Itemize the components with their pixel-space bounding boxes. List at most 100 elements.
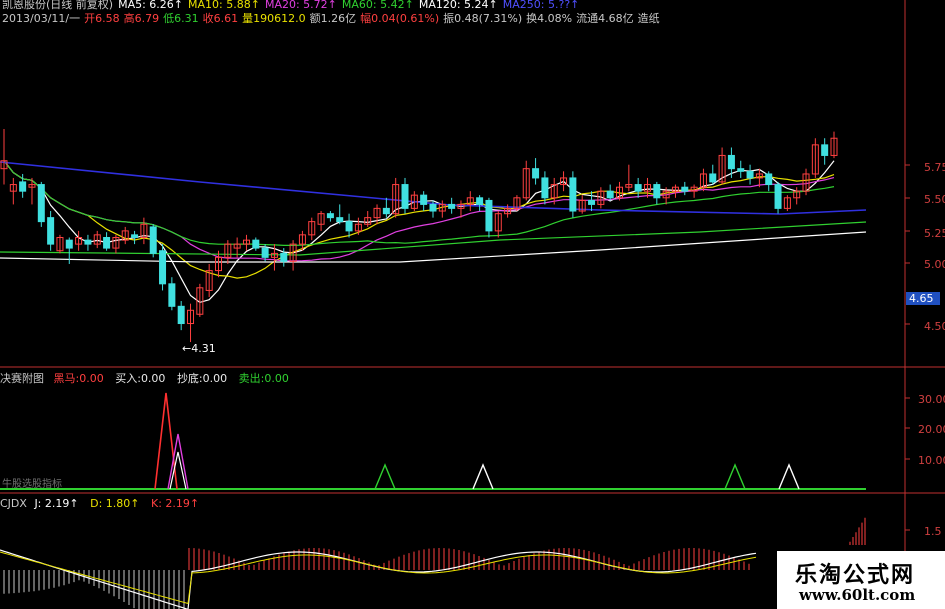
candle-body <box>681 186 689 192</box>
quote-field: 换4.08% <box>526 12 573 25</box>
indicator1-tick: 20.00 <box>918 423 945 436</box>
candle-body <box>84 239 92 245</box>
indicator1-tick: 10.00 <box>918 454 945 467</box>
quote-field: 造纸 <box>637 12 660 25</box>
candle-body <box>336 217 344 223</box>
ma60-label: MA60: 5.42↑ <box>341 0 414 11</box>
ma250-label: MA250: 5.??↑ <box>502 0 580 11</box>
candle-body <box>326 213 334 219</box>
chart-canvas[interactable] <box>0 0 945 609</box>
candle-body <box>765 173 773 186</box>
indicator1-header: 决赛附图 黑马:0.00 买入:0.00 抄底:0.00 卖出:0.00 <box>0 372 289 385</box>
price-tick: 5.25 <box>924 227 945 240</box>
candle-body <box>429 203 437 212</box>
watermark-logo: 乐淘公式网 www.60lt.com <box>777 551 945 609</box>
price-tick: 5.50 <box>924 193 945 206</box>
indicator1-tick: 30.00 <box>918 393 945 406</box>
kdj-k: K: 2.19↑ <box>150 497 200 510</box>
chart-frame <box>0 0 945 609</box>
price-tick: 5.75 <box>924 161 945 174</box>
watermark-title: 乐淘公式网 <box>795 562 916 588</box>
price-tick: 5.00 <box>924 258 945 271</box>
kdj-d-line <box>0 551 757 605</box>
ma120-label: MA120: 5.24↑ <box>418 0 498 11</box>
ma20-label: MA20: 5.72↑ <box>264 0 337 11</box>
candle-body <box>103 237 111 249</box>
quote-field: 幅0.04(0.61%) <box>360 12 440 25</box>
candle-body <box>261 247 269 258</box>
candle-body <box>541 177 549 199</box>
min-price-marker: ←4.31 <box>182 342 216 355</box>
indicator1-panel <box>0 392 866 490</box>
heima-value: 0.00 <box>79 372 104 385</box>
candle-body <box>401 184 409 209</box>
chart-header-line1: 凯恩股份(日线 前复权) MA5: 6.26↑ MA10: 5.88↑ MA20: 5… <box>2 0 584 11</box>
candle-body <box>653 184 661 199</box>
candle-body <box>19 181 27 192</box>
stock-chart-window: 凯恩股份(日线 前复权) MA5: 6.26↑ MA10: 5.88↑ MA20: 5… <box>0 0 945 609</box>
signal-triangle <box>724 463 746 490</box>
quote-field: 流通4.68亿 <box>576 12 634 25</box>
candle-body <box>746 170 754 179</box>
candle-body <box>131 234 139 238</box>
price-tick: 4.50 <box>924 320 945 333</box>
indicator1-footnote: 牛股选股指标 <box>2 479 62 490</box>
candle-body <box>448 203 456 209</box>
quote-field: 高6.79 <box>123 12 160 25</box>
ma10-label: MA10: 5.88↑ <box>188 0 260 11</box>
candle-body <box>606 190 614 199</box>
ma5-label: MA5: 6.26↑ <box>118 0 184 11</box>
candle-body <box>37 184 45 223</box>
candle-body <box>420 194 428 205</box>
candle-body <box>709 173 717 183</box>
chart-header-line2: 2013/03/11/一 开6.58 高6.79 低6.31 收6.61 量190612.… <box>2 12 664 25</box>
indicator2-panel <box>0 517 866 609</box>
candle-body <box>159 250 167 285</box>
quote-field: 振0.48(7.31%) <box>443 12 523 25</box>
candle-body <box>737 168 745 172</box>
candle-body <box>774 184 782 209</box>
candle-body <box>168 283 176 307</box>
indicator2-tick: 1.5 <box>924 525 942 538</box>
quote-field: 额1.26亿 <box>309 12 357 25</box>
kdj-j: J: 2.19↑ <box>34 497 79 510</box>
kdj-d: D: 1.80↑ <box>90 497 140 510</box>
indicator2-name: CJDX <box>0 497 27 510</box>
quote-field: 收6.61 <box>202 12 239 25</box>
buy-signal <box>169 451 187 490</box>
signal-triangle <box>778 463 800 490</box>
quote-field: 2013/03/11/一 <box>2 12 81 25</box>
candle-body <box>345 221 353 232</box>
candle-body <box>252 239 260 249</box>
candle-body <box>569 177 577 212</box>
candle-body <box>476 197 484 205</box>
moving-average-lines <box>0 160 867 304</box>
kdj-k-line <box>0 549 757 609</box>
candle-body <box>588 199 596 205</box>
sell-value: 0.00 <box>264 372 289 385</box>
stock-title: 凯恩股份(日线 前复权) <box>2 0 114 11</box>
candle-body <box>382 207 390 215</box>
candle-body <box>149 226 157 254</box>
candle-body <box>47 217 55 245</box>
buy-label: 买入: <box>115 372 141 385</box>
sell-label: 卖出: <box>238 372 265 385</box>
dip-label: 抄底: <box>176 372 203 385</box>
quote-field: 开6.58 <box>84 12 120 25</box>
candle-body <box>634 184 642 192</box>
current-price-tag: 4.65 <box>906 292 940 305</box>
candle-body <box>280 252 288 262</box>
candle-body <box>727 154 735 170</box>
candle-body <box>177 305 185 325</box>
candle-body <box>65 239 73 249</box>
candlestick-series <box>0 128 838 343</box>
quote-field: 量190612.0 <box>242 12 306 25</box>
candle-body <box>532 168 540 179</box>
ma120-line <box>0 231 867 263</box>
candle-body <box>485 199 493 232</box>
indicator2-header: CJDX J: 2.19↑ D: 1.80↑ K: 2.19↑ <box>0 497 199 510</box>
quote-field: 低6.31 <box>163 12 199 25</box>
buy-value: 0.00 <box>140 372 166 385</box>
dip-value: 0.00 <box>202 372 228 385</box>
signal-triangle <box>472 463 494 490</box>
